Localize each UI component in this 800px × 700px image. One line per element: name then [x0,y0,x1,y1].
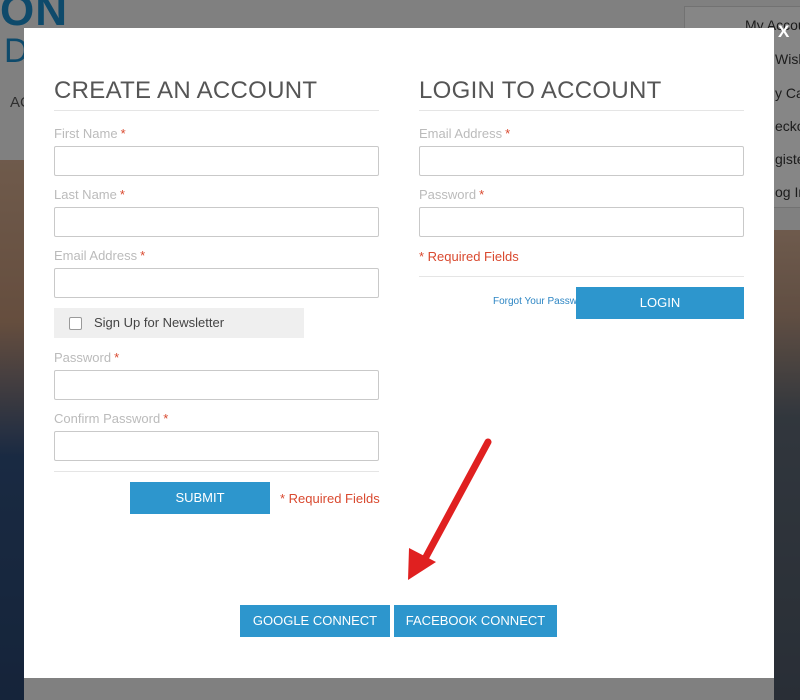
close-button[interactable]: X [778,22,789,42]
account-modal: CREATE AN ACCOUNT First Name * Last Name *… [24,28,774,678]
annotation-arrow-icon [408,438,492,580]
